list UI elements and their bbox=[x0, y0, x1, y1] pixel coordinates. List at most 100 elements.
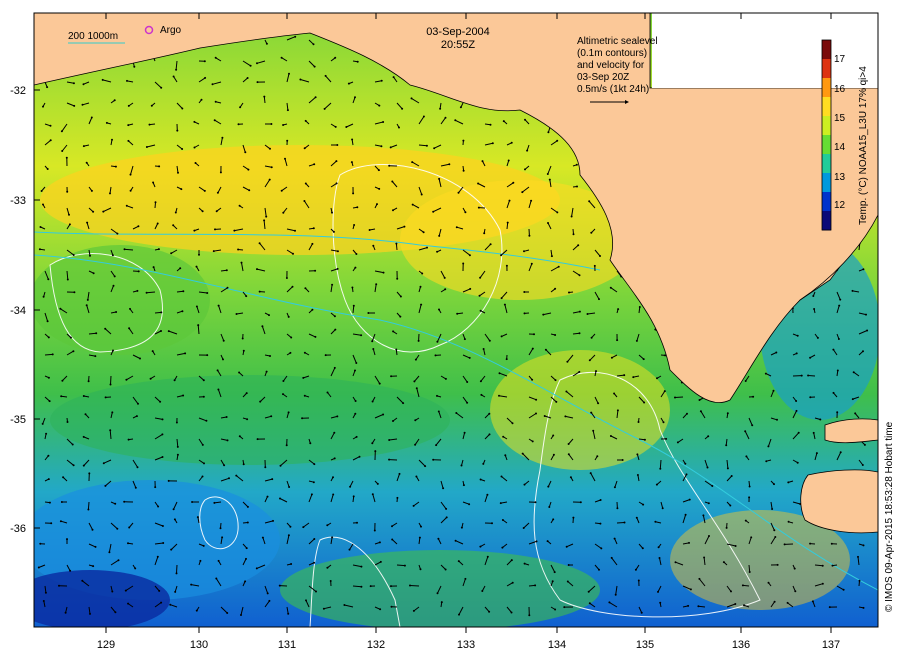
velocity-arrow-head bbox=[202, 395, 205, 398]
velocity-arrow-head bbox=[703, 556, 706, 559]
velocity-arrow-head bbox=[94, 355, 97, 358]
velocity-arrow-head bbox=[195, 305, 198, 308]
velocity-arrow-head bbox=[225, 416, 228, 418]
velocity-arrow-head bbox=[438, 308, 440, 311]
velocity-arrow-head bbox=[161, 418, 164, 421]
velocity-arrow-head bbox=[379, 608, 382, 611]
velocity-arrow-head bbox=[813, 308, 816, 310]
velocity-arrow-head bbox=[590, 411, 593, 414]
velocity-arrow-head bbox=[711, 485, 714, 487]
velocity-arrow-head bbox=[182, 290, 185, 293]
velocity-arrow-head bbox=[852, 371, 855, 374]
velocity-arrow-head bbox=[398, 126, 400, 129]
velocity-arrow-head bbox=[751, 424, 754, 427]
velocity-arrow-head bbox=[547, 131, 550, 134]
velocity-arrow-head bbox=[512, 181, 515, 184]
velocity-arrow-head bbox=[148, 123, 151, 126]
velocity-arrow-head bbox=[608, 601, 611, 604]
velocity-arrow-head bbox=[123, 248, 126, 251]
velocity-arrow-head bbox=[409, 584, 411, 587]
velocity-arrow-head bbox=[593, 264, 596, 267]
velocity-arrow-head bbox=[360, 334, 363, 337]
y-tick-label: -36 bbox=[10, 523, 26, 535]
velocity-arrow-head bbox=[787, 520, 790, 523]
velocity-arrow-head bbox=[219, 527, 222, 530]
velocity-arrow-head bbox=[426, 246, 428, 249]
velocity-arrow-head bbox=[425, 144, 428, 147]
velocity-arrow-head bbox=[88, 472, 91, 475]
velocity-arrow-head bbox=[599, 522, 602, 525]
velocity-arrow-head bbox=[486, 493, 489, 496]
velocity-arrow-head bbox=[81, 579, 84, 582]
velocity-arrow-head bbox=[575, 163, 578, 166]
velocity-arrow-head bbox=[127, 438, 130, 441]
y-tick-label: -35 bbox=[10, 414, 26, 426]
velocity-arrow-head bbox=[702, 514, 705, 517]
velocity-arrow-head bbox=[266, 495, 269, 498]
velocity-arrow-head bbox=[291, 285, 294, 288]
velocity-arrow-head bbox=[463, 338, 466, 341]
velocity-arrow-head bbox=[567, 453, 570, 456]
velocity-arrow-head bbox=[72, 254, 75, 256]
velocity-arrow-head bbox=[137, 270, 140, 273]
y-tick-label: -32 bbox=[10, 85, 26, 97]
velocity-arrow-head bbox=[396, 496, 399, 499]
velocity-arrow-head bbox=[288, 72, 290, 75]
velocity-arrow-head bbox=[557, 265, 560, 268]
velocity-arrow-head bbox=[838, 304, 841, 307]
velocity-arrow-head bbox=[303, 200, 306, 202]
velocity-arrow-head bbox=[256, 81, 259, 84]
velocity-arrow-head bbox=[201, 443, 204, 446]
velocity-arrow-head bbox=[842, 588, 845, 591]
velocity-arrow-head bbox=[214, 56, 217, 59]
velocity-arrow-head bbox=[336, 267, 339, 270]
velocity-arrow-head bbox=[38, 248, 41, 251]
velocity-arrow-head bbox=[523, 250, 525, 253]
velocity-arrow-head bbox=[684, 462, 687, 465]
velocity-arrow-head bbox=[87, 380, 90, 383]
velocity-arrow-head bbox=[49, 124, 52, 127]
velocity-arrow-head bbox=[862, 350, 864, 353]
velocity-arrow-head bbox=[420, 525, 422, 528]
velocity-arrow-head bbox=[530, 199, 533, 202]
velocity-arrow-head bbox=[658, 557, 661, 559]
velocity-arrow-head bbox=[793, 567, 796, 570]
velocity-arrow-head bbox=[150, 104, 153, 107]
velocity-arrow-head bbox=[831, 564, 834, 567]
velocity-arrow-head bbox=[360, 585, 363, 588]
velocity-arrow-head bbox=[334, 56, 337, 59]
velocity-arrow-head bbox=[638, 306, 641, 308]
velocity-arrow-head bbox=[203, 462, 205, 465]
velocity-arrow-head bbox=[212, 250, 215, 253]
velocity-arrow-head bbox=[354, 400, 357, 402]
velocity-arrow-head bbox=[350, 161, 353, 164]
velocity-arrow-head bbox=[179, 267, 182, 270]
velocity-arrow-head bbox=[217, 559, 220, 562]
velocity-arrow-head bbox=[72, 82, 75, 85]
velocity-arrow-head bbox=[326, 524, 329, 527]
velocity-arrow-head bbox=[697, 605, 700, 608]
velocity-arrow-head bbox=[839, 451, 842, 454]
velocity-arrow-head bbox=[213, 119, 216, 122]
velocity-arrow-head bbox=[226, 286, 229, 289]
velocity-arrow-head bbox=[201, 475, 204, 478]
velocity-arrow-head bbox=[535, 540, 538, 543]
velocity-arrow-head bbox=[637, 421, 640, 423]
velocity-arrow-head bbox=[105, 121, 108, 124]
velocity-arrow-head bbox=[832, 391, 835, 394]
velocity-arrow-head bbox=[421, 272, 424, 275]
velocity-arrow-head bbox=[500, 254, 503, 257]
velocity-arrow-head bbox=[707, 435, 710, 438]
velocity-arrow-head bbox=[214, 228, 216, 231]
velocity-arrow-head bbox=[725, 444, 728, 447]
velocity-arrow-head bbox=[578, 332, 581, 335]
velocity-arrow-head bbox=[589, 472, 592, 475]
velocity-arrow-head bbox=[44, 591, 47, 594]
velocity-arrow-head bbox=[235, 313, 238, 315]
velocity-arrow-head bbox=[526, 149, 529, 152]
velocity-arrow-head bbox=[531, 347, 534, 350]
colorbar-tick-label: 12 bbox=[834, 200, 846, 211]
velocity-arrow-head bbox=[587, 590, 590, 593]
velocity-arrow-head bbox=[774, 536, 777, 538]
velocity-arrow-head bbox=[259, 400, 262, 403]
